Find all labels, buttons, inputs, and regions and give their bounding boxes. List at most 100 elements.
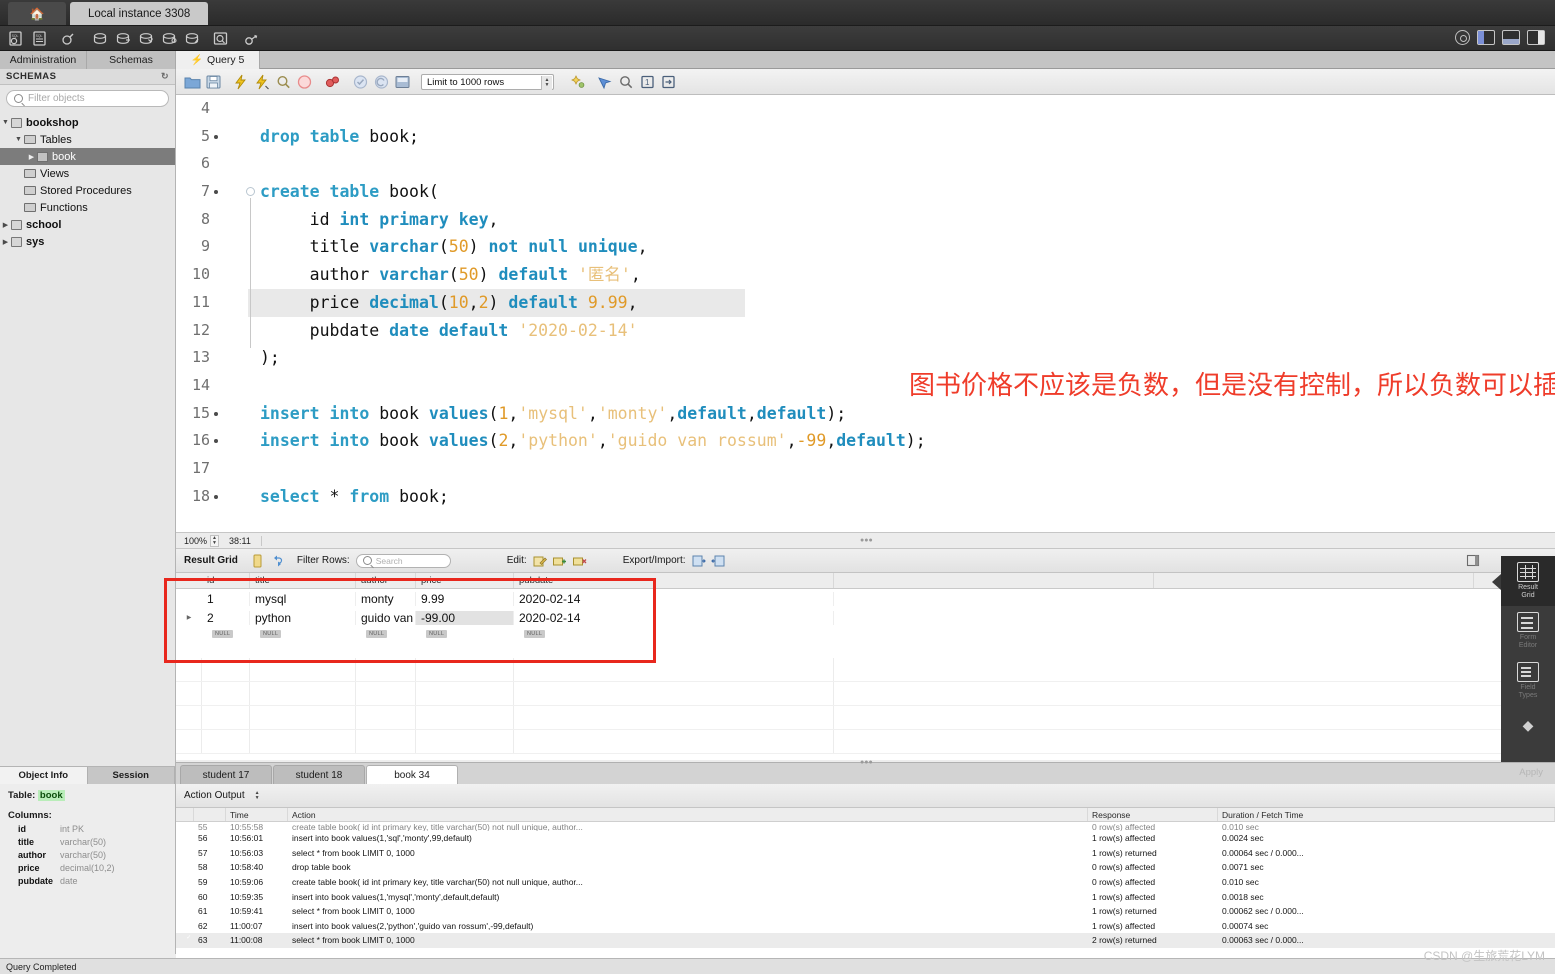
search-data-icon[interactable] [212,30,230,47]
action-output-row[interactable]: 59 10:59:06 create table book( id int prim… [176,875,1555,890]
splitter-handle[interactable]: ●●● [860,537,873,544]
statement-marker-icon[interactable] [214,190,218,195]
statement-marker-icon[interactable] [214,134,218,139]
view-more-button[interactable]: ◆ [1501,706,1555,744]
new-view-icon[interactable] [138,30,156,47]
new-schema-icon[interactable] [92,30,110,47]
table-cell[interactable]: monty [356,591,416,606]
table-cell[interactable]: -99.00 [416,610,514,625]
export-recordset-icon[interactable] [691,554,706,568]
new-table-icon[interactable] [115,30,133,47]
grid-column-header[interactable]: title [250,573,356,588]
tree-item-views[interactable]: Views [0,165,175,182]
action-output-row[interactable]: 63 11:00:08 select * from book LIMIT 0, 10… [176,933,1555,948]
stop-icon[interactable] [296,74,313,90]
grid-column-header[interactable]: price [416,573,514,588]
filter-objects-input[interactable]: Filter objects [6,90,169,107]
table-row[interactable]: 1 mysql monty 9.99 2020-02-14 [176,589,1555,608]
table-cell[interactable]: 9.99 [416,591,514,606]
search-icon[interactable] [618,74,635,90]
table-cell[interactable]: mysql [250,591,356,606]
commit-icon[interactable] [352,74,369,90]
chevron-right-icon[interactable]: ▶ [26,153,37,161]
open-connection-icon[interactable] [60,30,78,47]
tab-schemas[interactable]: Schemas [87,51,176,69]
refresh-icon[interactable] [270,554,285,568]
chevron-right-icon[interactable]: ▶ [0,238,11,246]
statement-marker-icon[interactable] [214,494,218,499]
tree-item-stored-procedures[interactable]: Stored Procedures [0,182,175,199]
sidebar-toggle-icon[interactable] [1477,30,1495,45]
grid-column-header[interactable]: pubdate [514,573,834,588]
insert-row-icon[interactable] [552,554,567,568]
table-cell[interactable]: 2020-02-14 [514,591,834,606]
action-output-row[interactable]: 57 10:56:03 select * from book LIMIT 0, 10… [176,846,1555,861]
edit-row-icon[interactable] [532,554,547,568]
tab-session[interactable]: Session [87,767,175,784]
result-tab-student-17[interactable]: student 17 [180,765,272,785]
output-panel-toggle-icon[interactable] [1502,30,1520,45]
tree-item-tables[interactable]: ▼ Tables [0,131,175,148]
result-grid[interactable]: id title author price pubdate 1 mysql monty 9.9… [176,573,1555,760]
action-output-list[interactable]: Time Action Response Duration / Fetch Time … [176,808,1555,958]
view-form-editor[interactable]: Form Editor [1501,606,1555,656]
new-sql-tab-icon[interactable]: SQL [8,30,26,47]
table-cell[interactable]: guido van rossum [356,610,416,625]
table-cell[interactable]: 2 [202,610,250,625]
tab-query-5[interactable]: ⚡ Query 5 [176,51,260,69]
tab-object-info[interactable]: Object Info [0,767,88,784]
tree-item-school[interactable]: ▶ school [0,216,175,233]
view-field-types[interactable]: Field Types [1501,656,1555,706]
home-tab[interactable]: 🏠 [8,2,66,25]
tab-administration[interactable]: Administration [0,51,87,69]
autocommit-icon[interactable] [394,74,411,90]
save-file-icon[interactable] [205,74,222,90]
statement-marker-icon[interactable] [214,439,218,444]
secondary-sidebar-toggle-icon[interactable] [1527,30,1545,45]
view-result-grid[interactable]: Result Grid [1501,556,1555,606]
new-function-icon[interactable] [184,30,202,47]
action-output-row[interactable]: 55 10:55:58 create table book( id int prim… [176,822,1555,831]
grid-column-header[interactable]: author [356,573,416,588]
open-file-icon[interactable] [184,74,201,90]
import-recordset-icon[interactable] [710,554,726,568]
new-procedure-icon[interactable] [161,30,179,47]
action-output-row[interactable]: 56 10:56:01 insert into book values(1,'sql… [176,831,1555,846]
table-cell-null[interactable]: NULL [514,629,834,638]
action-output-row[interactable]: 60 10:59:35 insert into book values(1,'mys… [176,889,1555,904]
explain-icon[interactable] [275,74,292,90]
row-limit-select[interactable]: Limit to 1000 rows ▲ ▼ [421,74,554,90]
sql-code-editor[interactable]: 4 5 drop table book; 6 7 create table book(8 … [176,95,1555,532]
chevron-down-icon[interactable]: ▼ [0,119,11,126]
connection-tab[interactable]: Local instance 3308 [70,2,209,25]
action-output-row[interactable]: 58 10:58:40 drop table book 0 row(s) affect… [176,860,1555,875]
tree-item-bookshop[interactable]: ▼ bookshop [0,114,175,131]
tree-item-functions[interactable]: Functions [0,199,175,216]
table-cell-null[interactable]: NULL [250,629,356,638]
result-tab-book-34[interactable]: book 34 [366,765,458,785]
table-cell[interactable]: 1 [202,591,250,606]
table-cell[interactable]: python [250,610,356,625]
toggle-breakpoint-icon[interactable] [324,74,341,90]
refresh-icon[interactable]: ↻ [161,71,169,82]
chevron-updown-icon[interactable]: ▲ ▼ [541,76,552,90]
action-output-filter-stepper[interactable]: ▲ ▼ [253,789,262,802]
tree-item-book[interactable]: ▶ book [0,148,175,165]
execute-icon[interactable] [233,74,250,90]
table-row[interactable]: ▶2pythonguido van rossum-99.002020-02-14 [176,608,1555,627]
action-output-row[interactable]: 62 11:00:07 insert into book values(2,'pyt… [176,919,1555,934]
table-cell[interactable]: 2020-02-14 [514,610,834,625]
wrap-lines-icon[interactable] [660,74,677,90]
find-icon[interactable] [597,74,614,90]
table-cell-null[interactable]: NULL [202,629,250,638]
statement-marker-icon[interactable] [214,411,218,416]
grid-view-icon[interactable] [250,554,265,568]
row-selector[interactable]: ▶ [176,614,202,621]
table-cell-null[interactable]: NULL [356,629,416,638]
tree-item-sys[interactable]: ▶ sys [0,233,175,250]
rollback-icon[interactable] [373,74,390,90]
open-sql-script-icon[interactable]: SQL [32,30,50,47]
table-cell-null[interactable]: NULL [416,629,514,638]
result-tab-student-18[interactable]: student 18 [273,765,365,785]
grid-column-header[interactable]: id [202,573,250,588]
